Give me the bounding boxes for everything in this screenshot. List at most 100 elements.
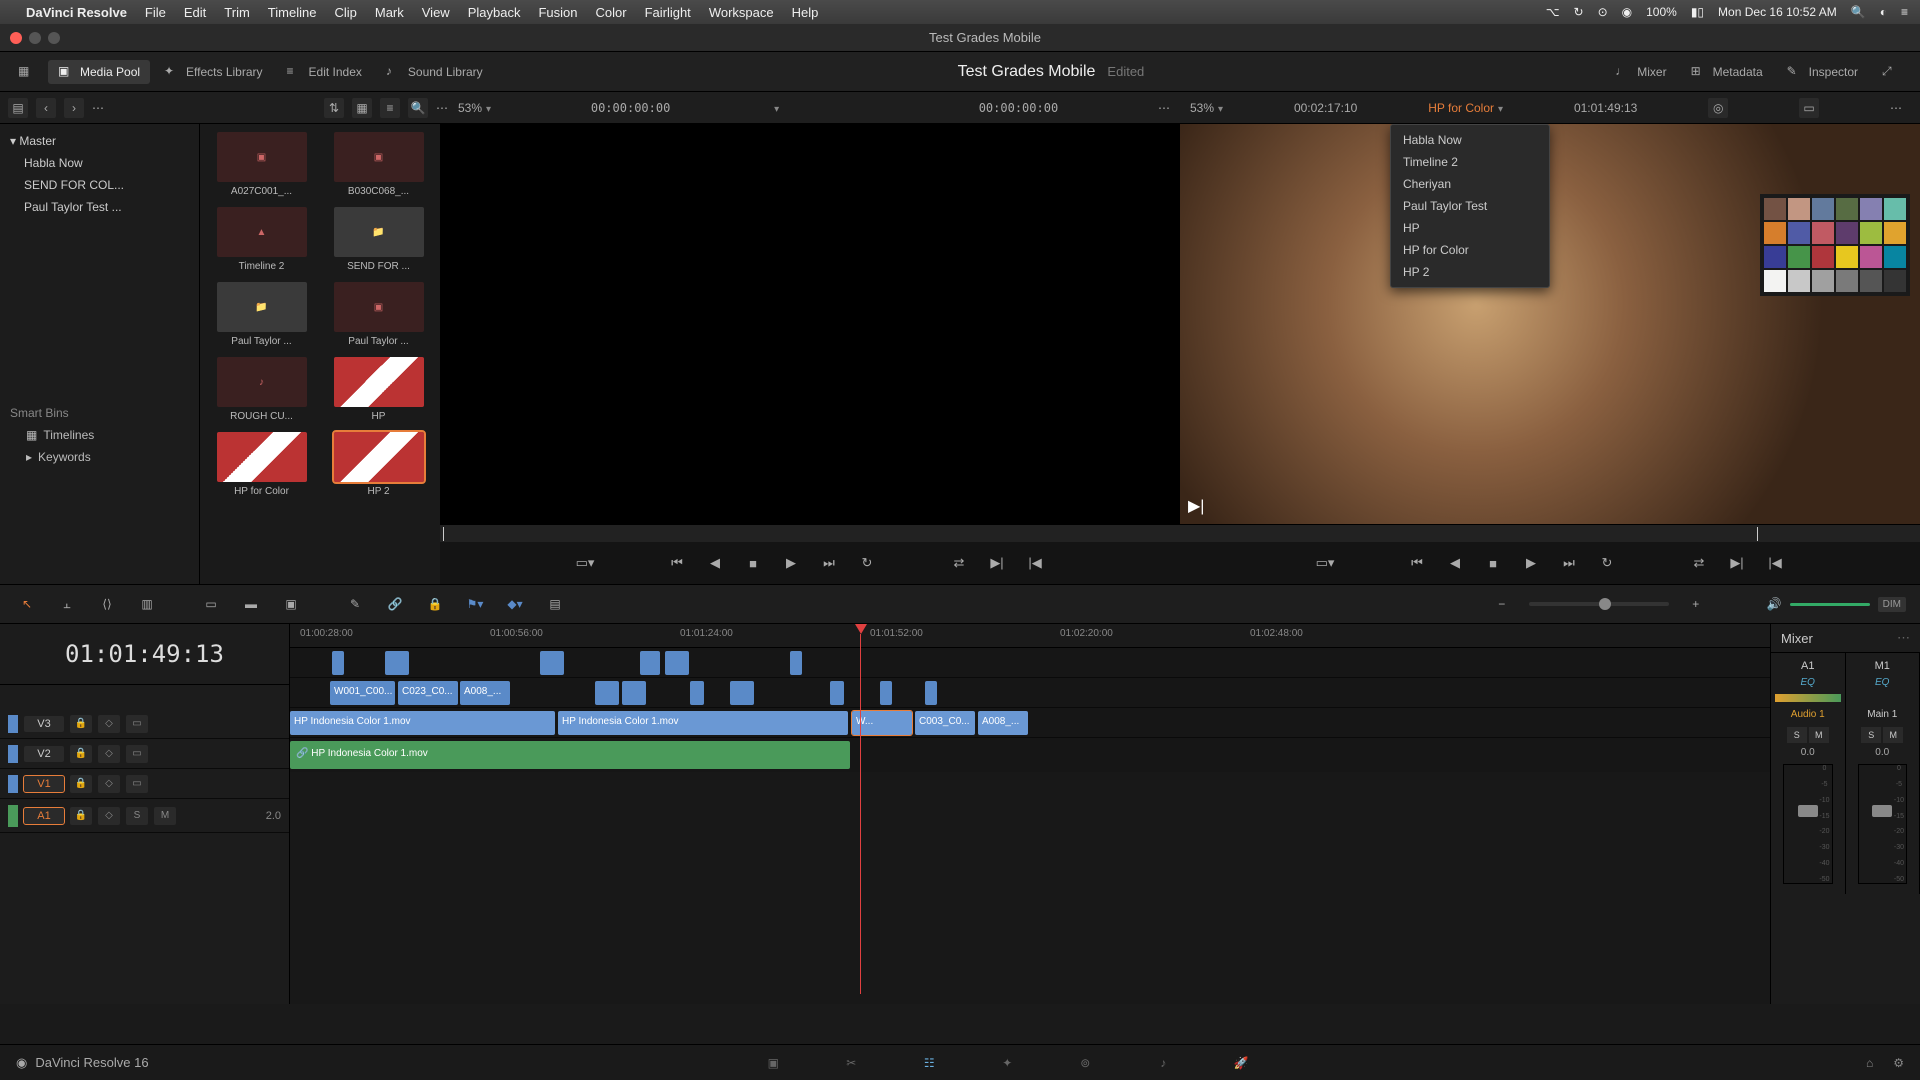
menu-mark[interactable]: Mark <box>375 5 404 20</box>
bypass-icon[interactable]: ◎ <box>1708 98 1728 118</box>
first-frame-button[interactable]: ⏮ <box>1405 551 1429 575</box>
spotlight-icon[interactable]: 🔍 <box>1851 5 1866 19</box>
cut-page-button[interactable]: ✂ <box>837 1049 865 1077</box>
match-frame-button[interactable]: ⇄ <box>1687 551 1711 575</box>
dropdown-item[interactable]: HP 2 <box>1391 261 1549 283</box>
marker-blue-icon[interactable]: ◆▾ <box>502 591 528 617</box>
folder-item[interactable]: Habla Now <box>0 152 199 174</box>
menu-clip[interactable]: Clip <box>334 5 356 20</box>
record-zoom[interactable]: 53% <box>1190 101 1223 115</box>
edit-index-button[interactable]: ≡Edit Index <box>277 60 372 84</box>
timemachine-icon[interactable]: ⊙ <box>1598 5 1608 19</box>
position-tool[interactable]: ▤ <box>542 591 568 617</box>
menu-trim[interactable]: Trim <box>224 5 250 20</box>
dropdown-item[interactable]: HP for Color <box>1391 239 1549 261</box>
menu-fairlight[interactable]: Fairlight <box>645 5 691 20</box>
home-button[interactable]: ⌂ <box>1866 1056 1873 1070</box>
next-frame-button[interactable]: ⏭ <box>817 551 841 575</box>
mixer-toggle[interactable]: ♩Mixer <box>1605 60 1676 84</box>
track-header-v2[interactable]: V2 🔒◇▭ <box>0 739 289 769</box>
stop-button[interactable]: ■ <box>741 551 765 575</box>
loop-button[interactable]: ↻ <box>1595 551 1619 575</box>
smart-bin-keywords[interactable]: ▸Keywords <box>0 446 199 468</box>
dropdown-item[interactable]: Timeline 2 <box>1391 151 1549 173</box>
speaker-icon[interactable]: 🔊 <box>1767 597 1782 611</box>
timeline-ruler[interactable]: 01:00:28:00 01:00:56:00 01:01:24:00 01:0… <box>290 624 1770 648</box>
menu-help[interactable]: Help <box>792 5 819 20</box>
mark-out-button[interactable]: |◀ <box>1763 551 1787 575</box>
inspector-toggle[interactable]: ✎Inspector <box>1777 60 1868 84</box>
media-thumb[interactable]: ▣Paul Taylor ... <box>325 282 432 347</box>
insert-clip-button[interactable]: ▭ <box>198 591 224 617</box>
close-button[interactable] <box>10 32 22 44</box>
grid-view-icon[interactable]: ▦ <box>352 98 372 118</box>
mark-out-button[interactable]: |◀ <box>1023 551 1047 575</box>
first-frame-button[interactable]: ⏮ <box>665 551 689 575</box>
bin-list-icon[interactable]: ▤ <box>8 98 28 118</box>
play-button[interactable]: ▶ <box>779 551 803 575</box>
media-thumb[interactable]: ▣B030C068_... <box>325 132 432 197</box>
media-thumb[interactable]: ♪ROUGH CU... <box>208 357 315 422</box>
wifi-icon[interactable]: ◉ <box>1622 5 1632 19</box>
sound-library-button[interactable]: ♪Sound Library <box>376 60 493 84</box>
sort-icon[interactable]: ⇅ <box>324 98 344 118</box>
folder-item[interactable]: SEND FOR COL... <box>0 174 199 196</box>
media-thumb[interactable]: HP <box>325 357 432 422</box>
timeline-timecode[interactable]: 01:01:49:13 <box>0 624 289 685</box>
menu-color[interactable]: Color <box>595 5 626 20</box>
dropdown-item[interactable]: HP <box>1391 217 1549 239</box>
match-frame-button[interactable]: ⇄ <box>947 551 971 575</box>
playhead-marker[interactable] <box>855 624 867 634</box>
replace-clip-button[interactable]: ▣ <box>278 591 304 617</box>
flag-blue-icon[interactable]: ⚑▾ <box>462 591 488 617</box>
expand-button[interactable]: ⤢ <box>1872 60 1908 84</box>
workspace-layout-button[interactable]: ▦ <box>8 60 44 84</box>
mark-in-button[interactable]: ▶| <box>1725 551 1749 575</box>
source-clip-sel[interactable] <box>770 101 779 115</box>
notification-icon[interactable]: ≡ <box>1901 5 1908 19</box>
zoom-slider[interactable] <box>1529 602 1669 606</box>
dim-button[interactable]: DIM <box>1878 597 1906 612</box>
track-header-v3[interactable]: V3 🔒◇▭ <box>0 709 289 739</box>
dynamic-trim-tool[interactable]: ⟨⟩ <box>94 591 120 617</box>
source-scrubber[interactable] <box>440 524 1180 542</box>
deliver-page-button[interactable]: 🚀 <box>1227 1049 1255 1077</box>
prev-frame-button[interactable]: ◀ <box>703 551 727 575</box>
menu-timeline[interactable]: Timeline <box>268 5 317 20</box>
color-page-button[interactable]: ⊚ <box>1071 1049 1099 1077</box>
selection-tool[interactable]: ↖ <box>14 591 40 617</box>
mixer-strip-a1[interactable]: A1 EQ Audio 1 SM 0.0 0-5-10-15-20-30-40-… <box>1771 653 1846 894</box>
fader-a1[interactable]: 0-5-10-15-20-30-40-50 <box>1783 764 1833 884</box>
menu-fusion[interactable]: Fusion <box>538 5 577 20</box>
record-options[interactable] <box>1890 101 1902 115</box>
overwrite-clip-button[interactable]: ▬ <box>238 591 264 617</box>
stop-button[interactable]: ■ <box>1481 551 1505 575</box>
path-menu[interactable] <box>92 101 104 115</box>
menu-playback[interactable]: Playback <box>468 5 521 20</box>
bluetooth-icon[interactable]: ⌥ <box>1546 5 1560 19</box>
project-settings-button[interactable]: ⚙ <box>1893 1056 1904 1070</box>
expand-viewer-icon[interactable]: ▭ <box>1799 98 1819 118</box>
fairlight-page-button[interactable]: ♪ <box>1149 1049 1177 1077</box>
lock-tool[interactable]: 🔒 <box>422 591 448 617</box>
record-screen[interactable]: Habla Now Timeline 2 Cheriyan Paul Taylo… <box>1180 124 1920 524</box>
mark-in-button[interactable]: ▶| <box>985 551 1009 575</box>
source-zoom[interactable]: 53% <box>458 101 491 115</box>
nav-back-icon[interactable]: ‹ <box>36 98 56 118</box>
menu-workspace[interactable]: Workspace <box>709 5 774 20</box>
media-thumb[interactable]: ▣A027C001_... <box>208 132 315 197</box>
fusion-page-button[interactable]: ✦ <box>993 1049 1021 1077</box>
nav-fwd-icon[interactable]: › <box>64 98 84 118</box>
marker-tool[interactable]: ✎ <box>342 591 368 617</box>
next-frame-button[interactable]: ⏭ <box>1557 551 1581 575</box>
media-thumb[interactable]: ▲Timeline 2 <box>208 207 315 272</box>
insert-mode-icon[interactable]: ▭▾ <box>573 551 597 575</box>
minimize-button[interactable] <box>29 32 41 44</box>
prev-frame-button[interactable]: ◀ <box>1443 551 1467 575</box>
media-thumb[interactable]: HP 2 <box>325 432 432 497</box>
effects-library-button[interactable]: ✦Effects Library <box>154 60 272 84</box>
dropdown-item[interactable]: Paul Taylor Test <box>1391 195 1549 217</box>
list-view-icon[interactable]: ≡ <box>380 98 400 118</box>
timeline-selector[interactable]: HP for Color <box>1428 101 1503 115</box>
dropdown-item[interactable]: Cheriyan <box>1391 173 1549 195</box>
